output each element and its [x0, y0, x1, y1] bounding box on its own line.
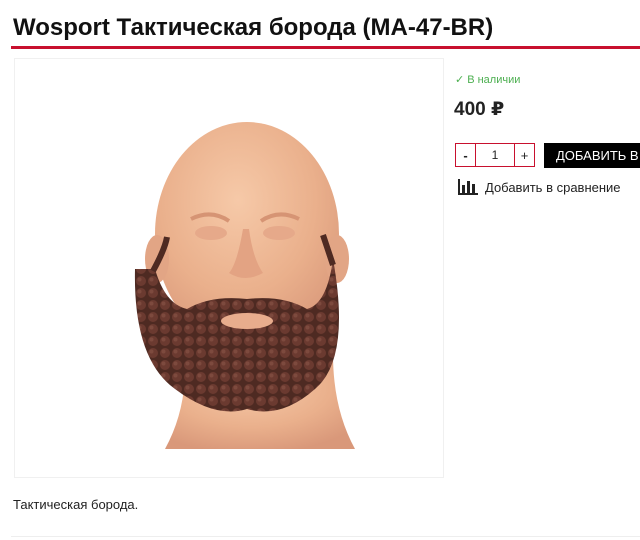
compare-label: Добавить в сравнение	[485, 179, 621, 195]
check-icon: ✓	[455, 74, 465, 86]
product-price: 400 ₽	[454, 99, 505, 120]
bar-chart-icon	[458, 179, 478, 195]
stock-status: ✓ В наличии	[455, 73, 520, 86]
product-description: Тактическая борода.	[13, 497, 139, 512]
add-to-cart-button[interactable]: ДОБАВИТЬ В КОРЗИНУ	[544, 143, 640, 168]
title-divider	[11, 46, 640, 49]
product-title: Wosport Тактическая борода (MA-47-BR)	[13, 14, 494, 41]
quantity-increase-button[interactable]: +	[514, 144, 534, 166]
quantity-decrease-button[interactable]: -	[456, 144, 476, 166]
product-image[interactable]	[14, 58, 444, 478]
product-photo	[134, 122, 355, 449]
bottom-divider	[11, 536, 640, 537]
add-to-compare-link[interactable]: Добавить в сравнение	[458, 179, 621, 195]
quantity-stepper: - +	[455, 143, 535, 167]
stock-status-label: В наличии	[467, 74, 521, 86]
quantity-input[interactable]	[476, 144, 514, 166]
